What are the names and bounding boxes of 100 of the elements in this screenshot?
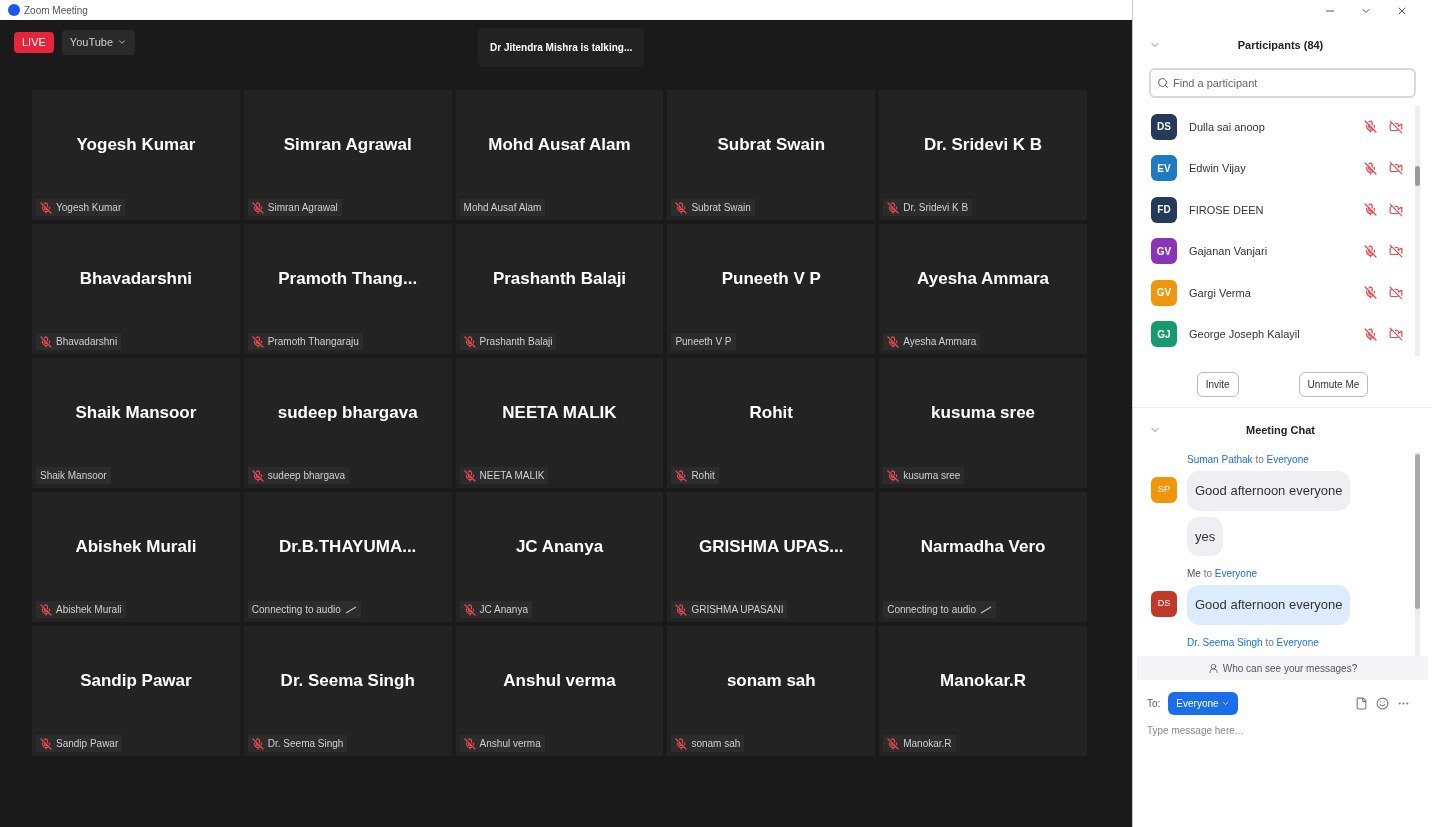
participant-row[interactable]: GJ George Joseph Kalayil: [1133, 313, 1415, 355]
participant-name: Abishek Murali: [75, 535, 197, 558]
stream-dropdown[interactable]: YouTube: [61, 30, 136, 55]
avatar: FD: [1151, 196, 1177, 223]
label-text: Rohit: [691, 469, 715, 483]
label-text: Anshul verma: [479, 737, 541, 751]
search-field[interactable]: Find a participant: [1149, 68, 1416, 98]
participant-name: Ayesha Ammara: [917, 267, 1050, 290]
participant-name: GRISHMA UPAS...: [699, 535, 844, 558]
panel-button[interactable]: Unmute Me: [1298, 372, 1369, 397]
participant-row[interactable]: FD FIROSE DEEN: [1133, 189, 1415, 231]
participant-name: George Joseph Kalayil: [1189, 327, 1301, 342]
avatar: SP: [1151, 477, 1177, 503]
participant-name: sudeep bhargava: [277, 401, 418, 424]
muted-mic-icon: [251, 737, 264, 750]
speaker-banner: Dr Jitendra Mishra is talking...: [478, 28, 645, 67]
muted-mic-icon: [40, 737, 52, 750]
avatar: EV: [1151, 155, 1177, 182]
panel-button[interactable]: Invite: [1196, 372, 1239, 397]
message-bubble: yes: [1187, 516, 1224, 556]
participant-name: Dr.B.THAYUMA...: [279, 535, 417, 558]
video-off-icon: [1389, 327, 1403, 342]
muted-mic-icon: [40, 335, 52, 348]
avatar: GV: [1151, 279, 1177, 306]
privacy-bar[interactable]: Who can see your messages?: [1137, 656, 1428, 680]
participant-row[interactable]: GV Gargi Verma: [1133, 272, 1415, 314]
app-logo-icon: [8, 4, 20, 16]
file-icon[interactable]: [1355, 697, 1368, 710]
participant-name: Narmadha Vero: [920, 535, 1046, 558]
participant-name: kusuma sree: [931, 401, 1036, 424]
label-text: Simran Agrawal: [267, 201, 338, 215]
muted-mic-icon: [675, 469, 688, 482]
label-text: Prashanth Balaji: [479, 335, 553, 349]
muted-mic-icon: [887, 469, 900, 482]
caret-icon: [1220, 699, 1230, 708]
muted-mic-icon: [463, 335, 476, 348]
video-off-icon: [1389, 161, 1403, 176]
avatar: DS: [1151, 113, 1177, 140]
emoji-icon[interactable]: [1376, 697, 1389, 710]
participant-name: FIROSE DEEN: [1189, 202, 1265, 218]
participant-name: Yogesh Kumar: [76, 133, 196, 156]
label-text: Pramoth Thangaraju: [267, 335, 359, 349]
scrollbar[interactable]: [1415, 452, 1420, 656]
participant-name: Bhavadarshni: [79, 267, 193, 290]
muted-mic-icon: [675, 737, 688, 750]
avatar: GJ: [1151, 321, 1177, 348]
participant-name: Gargi Verma: [1189, 285, 1252, 301]
message-bubble: Good afternoon everyone: [1187, 471, 1351, 511]
muted-mic-icon: [1364, 120, 1377, 134]
participant-name: Anshul verma: [503, 669, 616, 692]
message-bubble: Good afternoon everyone: [1187, 585, 1351, 625]
label-text: NEETA MALIK: [479, 469, 545, 483]
muted-mic-icon: [251, 469, 264, 482]
muted-mic-icon: [463, 469, 476, 482]
participant-name: JC Ananya: [515, 535, 604, 558]
participant-name: Simran Agrawal: [283, 133, 412, 156]
muted-mic-icon: [675, 201, 688, 214]
recipient-button[interactable]: Everyone: [1168, 692, 1238, 715]
label-text: sonam sah: [691, 737, 741, 751]
muted-mic-icon: [463, 737, 476, 750]
window-title: Zoom Meeting: [24, 3, 88, 18]
muted-mic-icon: [1364, 327, 1377, 341]
panel-title: Meeting Chat: [1244, 422, 1317, 438]
label-text: kusuma sree: [903, 469, 961, 483]
close-icon[interactable]: [1396, 5, 1408, 17]
avatar: GV: [1151, 238, 1177, 265]
muted-mic-icon: [1364, 203, 1377, 217]
label-text: Sandip Pawar: [56, 737, 119, 751]
participant-name: Manokar.R: [940, 669, 1027, 692]
participant-name: Mohd Ausaf Alam: [488, 133, 631, 156]
label-text: Bhavadarshni: [56, 335, 118, 349]
label-text: Ayesha Ammara: [903, 335, 977, 349]
label-text: Shaik Mansoor: [40, 469, 107, 483]
muted-mic-icon: [40, 201, 52, 214]
panel-title: Participants (84): [1236, 37, 1325, 53]
connecting-icon: [344, 605, 357, 614]
label-text: Dr. Seema Singh: [267, 737, 344, 751]
label-text: Yogesh Kumar: [56, 201, 122, 215]
video-off-icon: [1389, 244, 1403, 259]
message-header: Suman Pathak to Everyone: [1186, 453, 1310, 467]
message-header: Dr. Seema Singh to Everyone: [1186, 635, 1320, 650]
participant-name: Shaik Mansoor: [75, 401, 197, 424]
participant-name: Puneeth V P: [721, 267, 821, 290]
label-text: Abishek Murali: [56, 603, 122, 617]
participant-name: Edwin Vijay: [1189, 161, 1247, 176]
participant-row[interactable]: EV Edwin Vijay: [1133, 147, 1415, 189]
video-off-icon: [1389, 285, 1403, 300]
participant-name: sonam sah: [726, 669, 816, 692]
video-off-icon: [1389, 119, 1403, 134]
label-text: JC Ananya: [479, 603, 528, 617]
participant-name: NEETA MALIK: [502, 401, 617, 424]
scrollbar[interactable]: [1415, 106, 1420, 356]
to-label: To:: [1147, 697, 1161, 711]
participant-row[interactable]: DS Dulla sai anoop: [1133, 106, 1415, 148]
muted-mic-icon: [887, 201, 900, 214]
participant-name: Dr. Seema Singh: [280, 669, 415, 692]
muted-mic-icon: [675, 603, 688, 616]
message-input[interactable]: Type message here...: [1147, 723, 1418, 738]
participant-row[interactable]: GV Gajanan Vanjari: [1133, 230, 1415, 272]
live-badge: LIVE: [14, 32, 54, 53]
